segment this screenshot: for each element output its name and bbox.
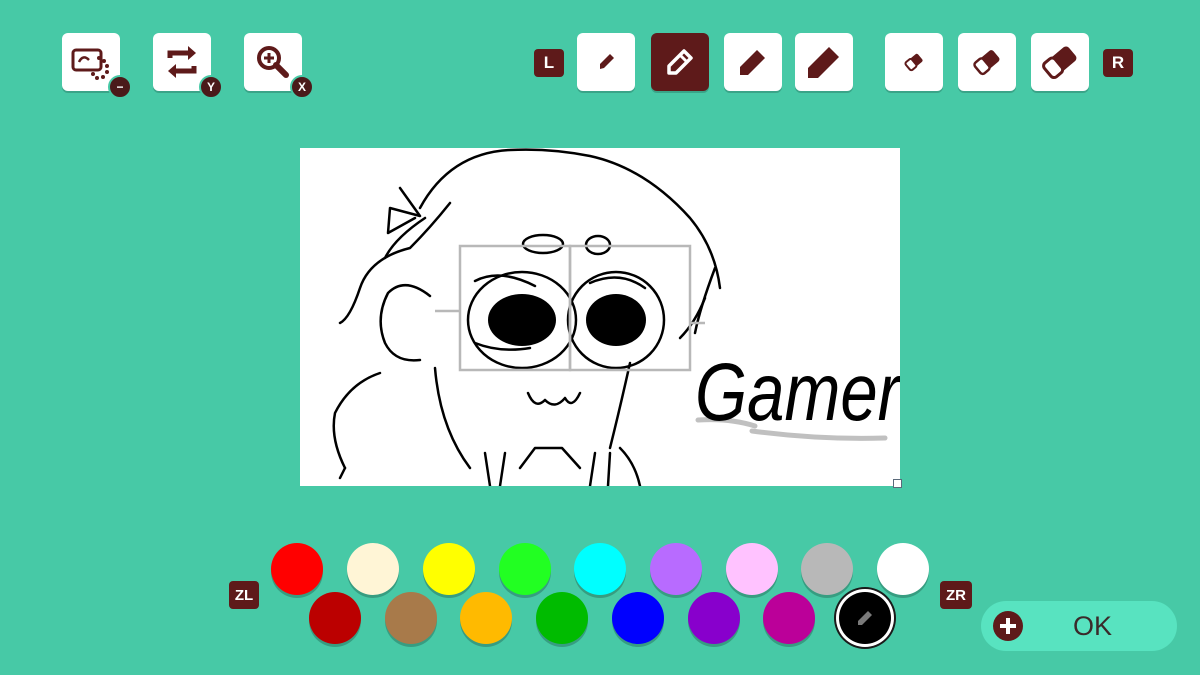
eraser-medium-icon: [973, 50, 1000, 76]
l-button-label: L: [534, 49, 564, 77]
eraser-medium-button[interactable]: [958, 33, 1016, 91]
swatch-cream[interactable]: [347, 543, 399, 595]
canvas-resize-handle[interactable]: [893, 479, 902, 488]
swatch-brown[interactable]: [385, 592, 437, 644]
drawing-canvas[interactable]: Gamer: [300, 148, 900, 486]
swap-arrows-icon: [167, 46, 197, 78]
y-badge: Y: [199, 75, 223, 99]
ok-label: OK: [1073, 611, 1113, 641]
plus-button-icon: [993, 611, 1023, 641]
x-badge: X: [290, 75, 314, 99]
swatch-dark-red[interactable]: [309, 592, 361, 644]
swatch-blue[interactable]: [612, 592, 664, 644]
pen-medium-button[interactable]: [651, 33, 709, 91]
pen-extra-large-icon: [808, 47, 839, 78]
zoom-in-icon: [257, 46, 289, 78]
eraser-small-button[interactable]: [885, 33, 943, 91]
swatch-purple[interactable]: [688, 592, 740, 644]
r-button-label: R: [1103, 49, 1133, 77]
swatch-orange[interactable]: [460, 592, 512, 644]
eraser-large-button[interactable]: [1031, 33, 1089, 91]
swatch-white[interactable]: [877, 543, 929, 595]
minus-badge: −: [108, 75, 132, 99]
zr-button-label: ZR: [940, 581, 972, 609]
swatch-green[interactable]: [536, 592, 588, 644]
pen-large-button[interactable]: [724, 33, 782, 91]
swatch-cyan[interactable]: [574, 543, 626, 595]
zoom-button[interactable]: X: [244, 33, 314, 99]
swatch-yellow[interactable]: [423, 543, 475, 595]
clear-canvas-button[interactable]: −: [62, 33, 132, 99]
pen-small-button[interactable]: [577, 33, 635, 91]
swatch-red[interactable]: [271, 543, 323, 595]
swatch-pink[interactable]: [726, 543, 778, 595]
pen-medium-icon: [667, 49, 693, 75]
swatch-black-selected[interactable]: [839, 592, 891, 644]
eraser-large-icon: [1042, 46, 1077, 80]
zl-button-label: ZL: [229, 581, 259, 609]
pen-icon: [858, 611, 872, 625]
swatch-gray[interactable]: [801, 543, 853, 595]
sketch-gamer-text: Gamer: [695, 347, 900, 438]
swatch-light-green[interactable]: [499, 543, 551, 595]
swatch-magenta[interactable]: [763, 592, 815, 644]
clear-canvas-icon: [71, 48, 109, 80]
ok-button[interactable]: OK: [981, 601, 1177, 651]
pen-small-icon: [600, 54, 614, 69]
swatch-lavender[interactable]: [650, 543, 702, 595]
pen-extra-large-button[interactable]: [795, 33, 853, 91]
sketch-drawing: Gamer: [332, 148, 900, 486]
pen-large-icon: [740, 50, 765, 75]
eraser-small-icon: [904, 53, 923, 72]
flip-button[interactable]: Y: [153, 33, 223, 99]
